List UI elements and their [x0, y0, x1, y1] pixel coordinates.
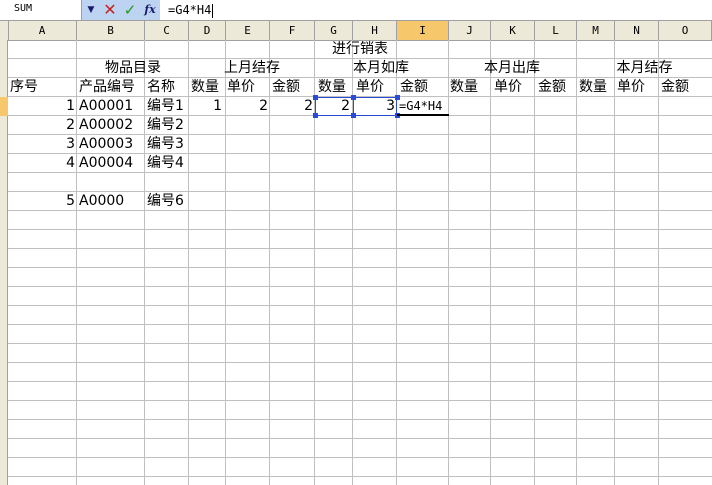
- cell-name[interactable]: 编号3: [147, 135, 184, 154]
- cell-price[interactable]: 2: [226, 97, 268, 116]
- header-name[interactable]: 名称: [147, 78, 175, 97]
- column-header-o[interactable]: O: [659, 21, 712, 40]
- cell-seq[interactable]: 5: [8, 192, 75, 211]
- column-header-l[interactable]: L: [535, 21, 577, 40]
- formula-buttons: ▼ ✕ ✓ fx: [82, 0, 160, 20]
- cancel-x-icon[interactable]: ✕: [102, 0, 118, 20]
- column-header-g[interactable]: G: [315, 21, 353, 40]
- row-gridline: [8, 305, 712, 306]
- row-headers: [0, 40, 8, 485]
- column-header-f[interactable]: F: [270, 21, 315, 40]
- column-header-n[interactable]: N: [615, 21, 659, 40]
- formula-input[interactable]: =G4*H4: [160, 0, 712, 20]
- row-gridline: [8, 476, 712, 477]
- range-handle[interactable]: [351, 113, 356, 118]
- range-reference-g4: [315, 97, 354, 116]
- header-qty-bal[interactable]: 数量: [579, 78, 607, 97]
- cell-code[interactable]: A00001: [79, 97, 133, 116]
- formula-text: =G4*H4: [168, 3, 212, 17]
- cell-name[interactable]: 编号2: [147, 116, 184, 135]
- row-gridline: [8, 248, 712, 249]
- cell-code[interactable]: A0000: [79, 192, 124, 211]
- checkmark-icon[interactable]: ✓: [122, 0, 138, 20]
- range-handle[interactable]: [313, 95, 318, 100]
- header-price-out[interactable]: 单价: [494, 78, 522, 97]
- column-header-j[interactable]: J: [449, 21, 491, 40]
- chevron-down-icon[interactable]: ▼: [84, 0, 98, 20]
- text-cursor: [212, 3, 214, 18]
- group-header-inbound[interactable]: 本月如库: [315, 59, 447, 78]
- row-gridline: [8, 286, 712, 287]
- column-header-a[interactable]: A: [8, 21, 77, 40]
- range-handle[interactable]: [351, 95, 356, 100]
- row-gridline: [8, 457, 712, 458]
- row-header-active[interactable]: [0, 97, 8, 116]
- column-header-h[interactable]: H: [353, 21, 397, 40]
- row-gridline: [8, 324, 712, 325]
- cell-name[interactable]: 编号4: [147, 154, 184, 173]
- column-header-m[interactable]: M: [577, 21, 615, 40]
- header-amount-in[interactable]: 金额: [400, 78, 428, 97]
- cell-seq[interactable]: 3: [8, 135, 75, 154]
- header-seq[interactable]: 序号: [10, 78, 38, 97]
- header-amount-prev[interactable]: 金额: [272, 78, 300, 97]
- cell-qty[interactable]: 1: [189, 97, 222, 116]
- header-amount-out[interactable]: 金额: [538, 78, 566, 97]
- cell-seq[interactable]: 1: [8, 97, 75, 116]
- range-reference-h4: [353, 97, 397, 116]
- column-header-i[interactable]: I: [397, 21, 449, 40]
- header-qty-prev[interactable]: 数量: [191, 78, 219, 97]
- active-cell-i4[interactable]: [397, 97, 449, 116]
- row-gridline: [8, 400, 712, 401]
- sheet-title[interactable]: 进行销表: [8, 40, 712, 59]
- group-header-balance[interactable]: 本月结存: [577, 59, 712, 78]
- row-gridline: [8, 362, 712, 363]
- header-qty-in[interactable]: 数量: [318, 78, 346, 97]
- insert-function-button[interactable]: fx: [142, 0, 158, 20]
- cell-code[interactable]: A00002: [79, 116, 133, 135]
- column-header-c[interactable]: C: [145, 21, 189, 40]
- row-gridline: [8, 438, 712, 439]
- cell-name[interactable]: 编号6: [147, 192, 184, 211]
- group-header-catalog[interactable]: 物品目录: [77, 59, 189, 78]
- column-headers: ABCDEFGHIJKLMNO: [0, 21, 712, 41]
- header-amount-bal[interactable]: 金额: [661, 78, 689, 97]
- column-header-b[interactable]: B: [77, 21, 145, 40]
- header-price-in[interactable]: 单价: [356, 78, 384, 97]
- cell-name[interactable]: 编号1: [147, 97, 184, 116]
- cell-code[interactable]: A00003: [79, 135, 133, 154]
- header-price-bal[interactable]: 单价: [617, 78, 645, 97]
- row-gridline: [8, 343, 712, 344]
- group-header-outbound[interactable]: 本月出库: [447, 59, 577, 78]
- row-gridline: [8, 229, 712, 230]
- cell-amount[interactable]: 2: [270, 97, 313, 116]
- cell-code[interactable]: A00004: [79, 154, 133, 173]
- row-gridline: [8, 381, 712, 382]
- spreadsheet-grid: ABCDEFGHIJKLMNO 进行销表 物品目录 上月结存 本月如库 本月出库…: [0, 21, 712, 485]
- header-price-prev[interactable]: 单价: [227, 78, 255, 97]
- formula-bar: SUM ▼ ✕ ✓ fx =G4*H4: [0, 0, 712, 21]
- column-header-d[interactable]: D: [189, 21, 226, 40]
- name-box[interactable]: SUM: [0, 0, 82, 20]
- range-handle[interactable]: [313, 113, 318, 118]
- group-header-prev-month[interactable]: 上月结存: [189, 59, 315, 78]
- column-header-k[interactable]: K: [491, 21, 535, 40]
- row-gridline: [8, 419, 712, 420]
- row-gridline: [8, 267, 712, 268]
- cell-seq[interactable]: 4: [8, 154, 75, 173]
- header-qty-out[interactable]: 数量: [450, 78, 478, 97]
- cell-seq[interactable]: 2: [8, 116, 75, 135]
- column-header-e[interactable]: E: [226, 21, 270, 40]
- header-code[interactable]: 产品编号: [79, 78, 135, 97]
